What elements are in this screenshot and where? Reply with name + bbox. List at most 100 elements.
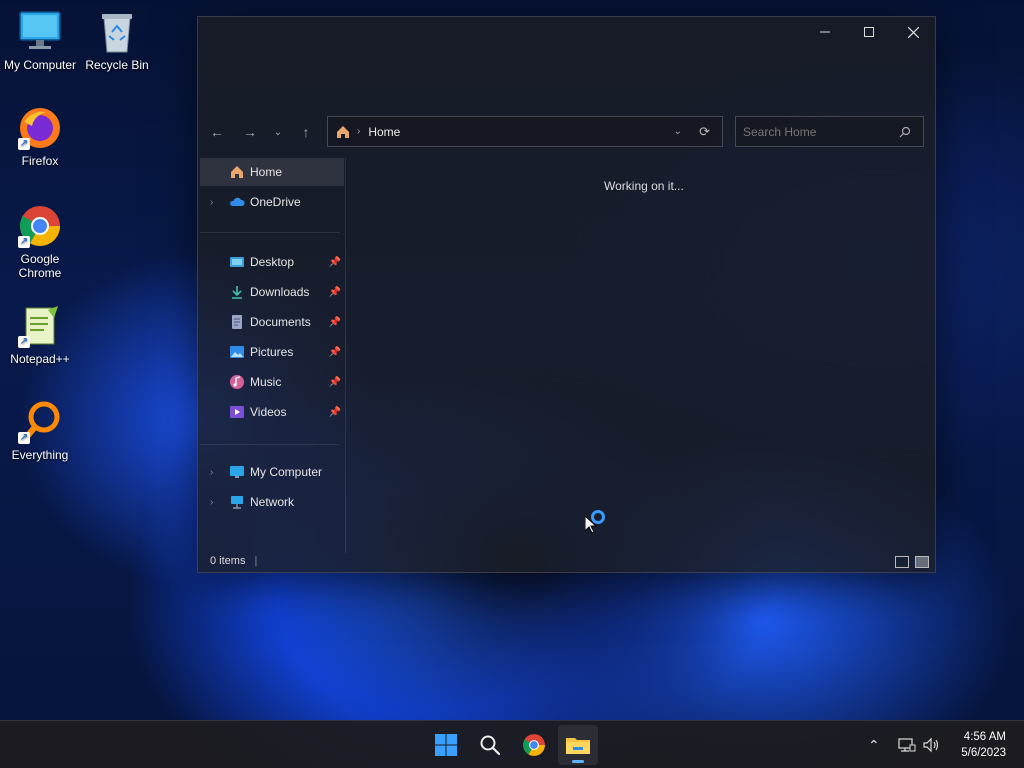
sidebar-item-onedrive[interactable]: › OneDrive [200, 188, 344, 216]
search-icon [899, 126, 911, 137]
download-icon [232, 286, 242, 299]
taskbar: ⌃ 4:56 AM 5/6/2023 [0, 720, 1024, 768]
chevron-up-icon: ⌃ [868, 736, 880, 753]
address-dropdown-button[interactable]: ⌄ [674, 126, 682, 137]
chevron-right-icon[interactable]: › [210, 467, 213, 478]
arrow-up-icon: ↑ [302, 124, 310, 140]
sidebar-item-label: Network [250, 495, 295, 509]
desktop-icon-label: Notepad++ [10, 352, 70, 366]
sidebar-item-label: Pictures [250, 345, 294, 359]
chevron-right-icon[interactable]: › [210, 497, 213, 508]
sidebar-item-label: Desktop [250, 255, 295, 269]
title-bar[interactable] [198, 17, 935, 47]
file-explorer-window[interactable]: ← → ⌄ ↑ › Home ⌄ ⟳ Search Home Home › On… [197, 16, 936, 573]
desktop-icon-notepad-plus-plus[interactable]: ↗ Notepad++ [0, 304, 80, 366]
network-status-button[interactable] [898, 721, 916, 768]
desktop-icon-recycle-bin[interactable]: Recycle Bin [77, 10, 157, 72]
chrome-icon: ↗ [18, 204, 62, 248]
sidebar-divider [200, 232, 340, 233]
taskbar-chrome-button[interactable] [514, 725, 554, 765]
maximize-button[interactable] [847, 17, 891, 47]
sidebar-item-pictures[interactable]: Pictures 📌 [200, 338, 344, 366]
show-hidden-icons-button[interactable]: ⌃ [868, 721, 880, 768]
sidebar-item-home[interactable]: Home [200, 158, 344, 186]
shortcut-arrow-icon: ↗ [18, 236, 30, 248]
item-count: 0 items [210, 555, 246, 567]
sidebar-item-label: Downloads [250, 285, 310, 299]
monitor-icon [18, 10, 62, 54]
network-icon [231, 496, 243, 509]
music-icon [230, 375, 244, 389]
up-button[interactable]: ↑ [293, 116, 319, 148]
forward-button[interactable]: → [237, 116, 263, 148]
sidebar-item-label: Videos [250, 405, 287, 419]
firefox-icon: ↗ [18, 106, 62, 150]
minimize-button[interactable] [803, 17, 847, 47]
view-toggle [895, 556, 929, 568]
sidebar-item-documents[interactable]: Documents 📌 [200, 308, 344, 336]
cloud-icon [230, 197, 245, 206]
refresh-button[interactable]: ⟳ [699, 124, 710, 140]
clock-time: 4:56 AM [963, 731, 1006, 743]
sidebar-item-music[interactable]: Music 📌 [200, 368, 344, 396]
sidebar-item-videos[interactable]: Videos 📌 [200, 398, 344, 426]
desktop-icon-everything[interactable]: ↗ Everything [0, 400, 80, 462]
desktop-folder-icon [230, 257, 244, 267]
pin-icon: 📌 [328, 286, 341, 298]
desktop-icon-google-chrome[interactable]: ↗ Google Chrome [0, 204, 80, 280]
chevron-down-icon: ⌄ [273, 126, 283, 138]
desktop-icon-label: My Computer [3, 58, 77, 72]
pin-icon: 📌 [328, 376, 341, 388]
recycle-bin-icon [95, 10, 139, 54]
system-clock[interactable]: 4:56 AM 5/6/2023 [961, 729, 1006, 761]
arrow-right-icon: → [243, 124, 257, 140]
search-input[interactable] [743, 124, 893, 139]
start-button[interactable] [426, 725, 466, 765]
pin-icon: 📌 [328, 346, 341, 358]
monitor-icon [230, 466, 244, 478]
loading-status-text: Working on it... [604, 179, 684, 193]
search-button[interactable] [470, 725, 510, 765]
navigation-pane[interactable]: Home › OneDrive Desktop 📌 Downloads 📌 Do… [200, 158, 346, 553]
sidebar-item-label: OneDrive [250, 195, 301, 209]
pin-icon: 📌 [328, 256, 341, 268]
picture-icon [230, 346, 244, 358]
chevron-right-icon[interactable]: › [210, 197, 213, 208]
taskbar-file-explorer-button[interactable] [558, 725, 598, 765]
document-icon [232, 315, 242, 329]
pin-icon: 📌 [328, 406, 341, 418]
speaker-icon [923, 737, 939, 753]
sidebar-item-my-computer[interactable]: › My Computer [200, 458, 344, 486]
arrow-left-icon: ← [210, 124, 224, 140]
active-app-indicator [572, 760, 584, 763]
breadcrumb-home[interactable]: Home [368, 125, 400, 139]
windows-logo-icon [435, 734, 457, 756]
notepad-plus-plus-icon: ↗ [18, 304, 62, 348]
busy-spinner-icon [591, 510, 605, 524]
back-button[interactable]: ← [204, 116, 230, 148]
magnifier-icon: ↗ [18, 400, 62, 444]
desktop-icon-firefox[interactable]: ↗ Firefox [0, 106, 80, 168]
large-icons-view-button[interactable] [915, 556, 929, 568]
volume-button[interactable] [922, 721, 940, 768]
shortcut-arrow-icon: ↗ [18, 138, 30, 150]
address-bar[interactable]: › Home ⌄ ⟳ [327, 116, 723, 147]
status-bar: 0 items | [210, 555, 257, 567]
details-view-button[interactable] [895, 556, 909, 568]
video-icon [230, 406, 244, 418]
desktop-icon-label: Google Chrome [18, 252, 62, 280]
close-icon [907, 26, 919, 38]
desktop-icon-my-computer[interactable]: My Computer [0, 10, 80, 72]
sidebar-item-downloads[interactable]: Downloads 📌 [200, 278, 344, 306]
close-button[interactable] [891, 17, 935, 47]
sidebar-item-label: Music [250, 375, 282, 389]
navigation-bar: ← → ⌄ ↑ › Home ⌄ ⟳ [198, 116, 935, 148]
sidebar-item-label: Home [250, 165, 283, 179]
shortcut-arrow-icon: ↗ [18, 336, 30, 348]
chrome-icon [523, 734, 545, 756]
recent-locations-button[interactable]: ⌄ [265, 116, 291, 148]
sidebar-item-desktop[interactable]: Desktop 📌 [200, 248, 344, 276]
search-box[interactable] [735, 116, 924, 147]
sidebar-item-label: Documents [250, 315, 311, 329]
sidebar-item-network[interactable]: › Network [200, 488, 344, 516]
